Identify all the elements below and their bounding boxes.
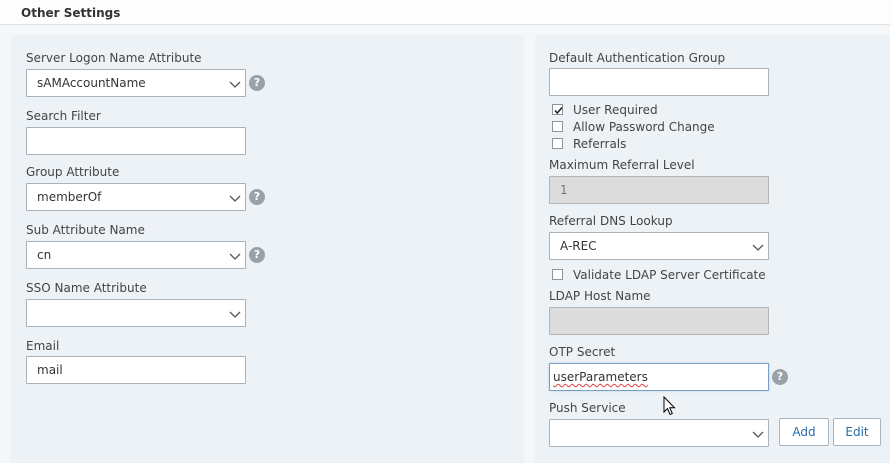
section-title: Other Settings [21, 6, 121, 20]
checkmark-icon [554, 106, 563, 115]
ldap-host-name-input [549, 307, 769, 335]
sso-name-attribute-select[interactable] [26, 299, 246, 327]
sub-attribute-name-select[interactable]: cn [26, 241, 246, 269]
allow-password-change-label: Allow Password Change [573, 120, 715, 134]
otp-secret-label: OTP Secret [549, 345, 616, 359]
max-referral-level-value: 1 [560, 183, 568, 197]
help-icon[interactable]: ? [249, 247, 265, 263]
search-filter-label: Search Filter [26, 109, 101, 123]
referral-dns-lookup-select[interactable]: A-REC [549, 232, 769, 260]
max-referral-level-label: Maximum Referral Level [549, 158, 695, 172]
group-attribute-label: Group Attribute [26, 165, 120, 179]
ldap-host-name-label: LDAP Host Name [549, 289, 651, 303]
referral-dns-lookup-value: A-REC [560, 239, 597, 253]
section-header: Other Settings [0, 0, 890, 25]
otp-secret-input[interactable]: userParameters [549, 363, 769, 391]
email-value: mail [37, 363, 63, 377]
help-icon[interactable]: ? [772, 369, 788, 385]
server-logon-name-select[interactable]: sAMAccountName [26, 69, 246, 97]
email-label: Email [26, 339, 60, 353]
add-push-service-button[interactable]: Add [779, 418, 829, 446]
otp-secret-value: userParameters [553, 370, 648, 384]
help-icon[interactable]: ? [249, 75, 265, 91]
chevron-down-icon [752, 431, 764, 438]
chevron-down-icon [752, 244, 764, 251]
sso-name-attribute-label: SSO Name Attribute [26, 281, 147, 295]
default-auth-group-label: Default Authentication Group [549, 51, 726, 65]
default-auth-group-input[interactable] [549, 68, 769, 96]
group-attribute-select[interactable]: memberOf [26, 183, 246, 211]
chevron-down-icon [229, 81, 241, 88]
sub-attribute-name-label: Sub Attribute Name [26, 223, 145, 237]
chevron-down-icon [229, 253, 241, 260]
user-required-checkbox[interactable] [552, 104, 563, 115]
chevron-down-icon [229, 311, 241, 318]
validate-ldap-cert-checkbox[interactable] [552, 269, 563, 280]
edit-push-service-button[interactable]: Edit [833, 418, 881, 446]
search-filter-input[interactable] [26, 127, 246, 155]
sub-attribute-name-value: cn [37, 248, 52, 262]
referral-dns-lookup-label: Referral DNS Lookup [549, 214, 673, 228]
help-icon[interactable]: ? [249, 189, 265, 205]
max-referral-level-input: 1 [549, 176, 769, 204]
referrals-checkbox[interactable] [552, 138, 563, 149]
allow-password-change-checkbox[interactable] [552, 121, 563, 132]
email-input[interactable]: mail [26, 356, 246, 384]
server-logon-name-label: Server Logon Name Attribute [26, 51, 202, 65]
validate-ldap-cert-label: Validate LDAP Server Certificate [573, 268, 766, 282]
mouse-cursor-icon [663, 396, 676, 416]
chevron-down-icon [229, 195, 241, 202]
group-attribute-value: memberOf [37, 190, 102, 204]
server-logon-name-value: sAMAccountName [37, 76, 146, 90]
user-required-label: User Required [573, 103, 658, 117]
push-service-select[interactable] [549, 419, 769, 447]
push-service-label: Push Service [549, 401, 626, 415]
referrals-label: Referrals [573, 137, 627, 151]
